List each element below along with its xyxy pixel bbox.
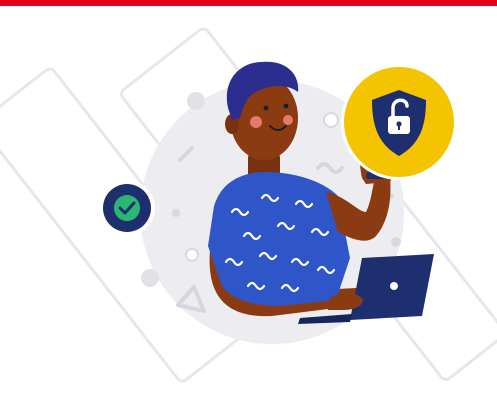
person-eye-right <box>283 103 289 109</box>
check-badge-icon <box>99 180 155 236</box>
person-cheek-left <box>250 116 262 128</box>
unlocked-shield-icon <box>341 64 457 180</box>
person-eye-left <box>263 105 269 111</box>
person-shirt <box>208 172 350 306</box>
person-cheek-right <box>283 115 293 125</box>
security-illustration-screen <box>0 0 497 393</box>
person-with-laptop-illustration <box>0 27 497 383</box>
